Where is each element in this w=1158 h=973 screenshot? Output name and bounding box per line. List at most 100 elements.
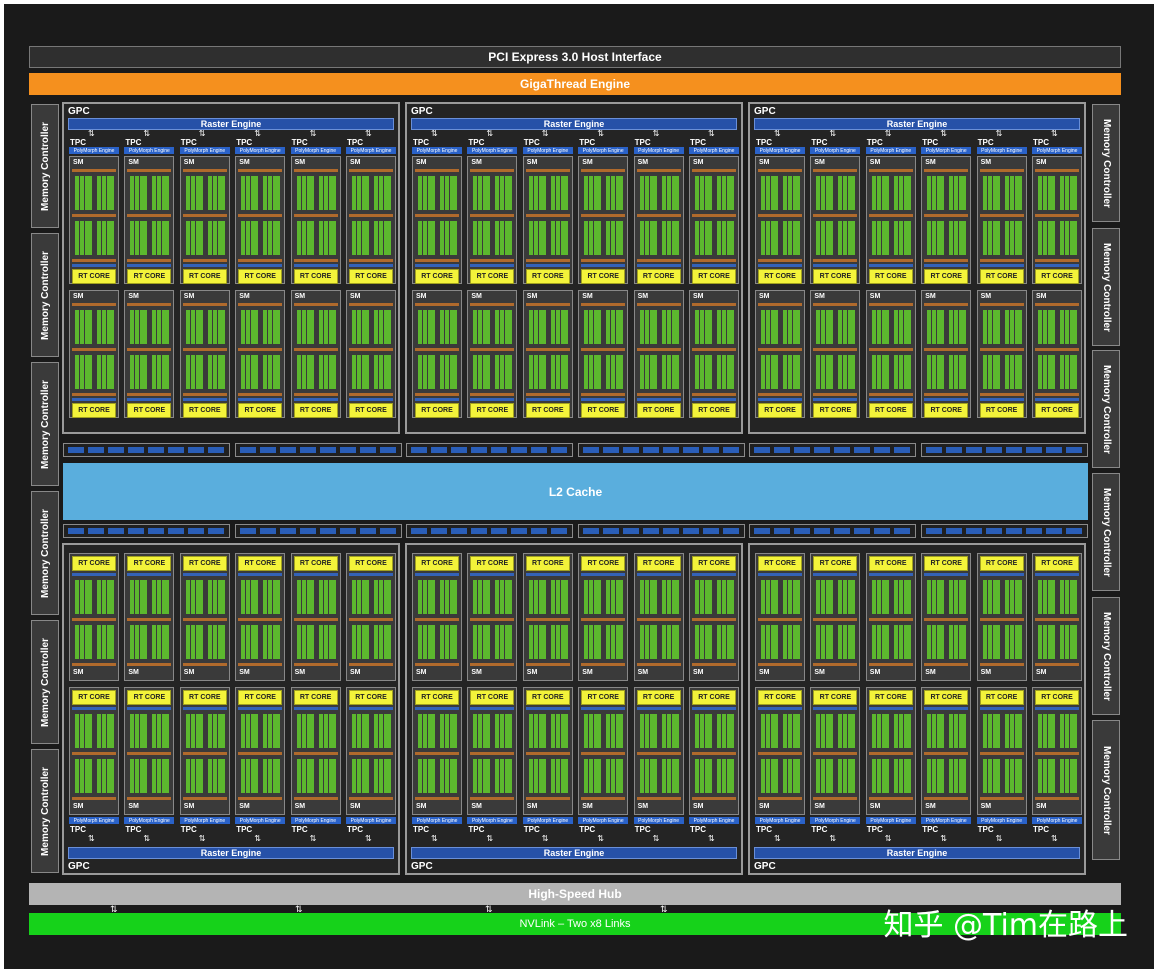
cuda-core-lane — [871, 176, 876, 210]
l2-slice — [511, 528, 527, 534]
tpc: ⇅ TPC PolyMorph Engine SM RT CORE SM RT CORE — [179, 129, 231, 418]
arrow-icon: ⇅ — [198, 129, 206, 138]
cuda-core-lane — [301, 759, 306, 793]
cuda-core-block — [637, 578, 658, 616]
cuda-core-lane — [555, 580, 560, 614]
cuda-core-lane — [695, 310, 699, 344]
cuda-core-lane — [898, 625, 903, 659]
cuda-core-lane — [851, 221, 856, 255]
cuda-core-lane — [254, 221, 259, 255]
cuda-core-lane — [431, 625, 435, 659]
rt-core: RT CORE — [72, 269, 116, 284]
cuda-core-lane — [1060, 310, 1064, 344]
l2-slice — [411, 528, 427, 534]
cuda-core-lane — [722, 625, 726, 659]
cuda-core-lane — [374, 221, 378, 255]
cuda-core-lane — [453, 625, 457, 659]
cuda-core-lane — [331, 759, 336, 793]
cuda-core-block — [925, 308, 946, 346]
cuda-core-lane — [241, 355, 246, 389]
sm-register-strip — [581, 752, 626, 755]
l2-slice — [1045, 447, 1062, 453]
cuda-core-lane — [1004, 310, 1009, 344]
cuda-core-lane — [717, 759, 721, 793]
rt-core: RT CORE — [1035, 690, 1079, 705]
arrow-icon: ⇅ — [198, 834, 206, 843]
sm-l1-strip — [349, 398, 393, 401]
sm-l1-strip — [293, 398, 338, 401]
sm-block: SM RT CORE — [346, 156, 396, 284]
cuda-core-lane — [940, 176, 945, 210]
tpc: ⇅ TPC PolyMorph Engine SM RT CORE SM RT CORE — [976, 130, 1028, 418]
arrow-icon: ⇅ — [884, 834, 892, 843]
cuda-core-lane — [1051, 759, 1055, 793]
cuda-core-block — [73, 712, 93, 750]
cuda-core-lane — [296, 759, 301, 793]
cuda-core-block — [980, 353, 1001, 391]
sm-register-strip — [349, 259, 393, 262]
rt-core: RT CORE — [470, 556, 515, 571]
cuda-core-lane — [927, 625, 932, 659]
sm-block: RT CORE SM — [865, 687, 916, 815]
cuda-core-block — [128, 308, 149, 346]
polymorph-engine: PolyMorph Engine — [976, 817, 1027, 824]
cuda-core-lane — [1043, 310, 1047, 344]
sm-l1-strip — [72, 573, 116, 576]
cuda-core-block — [548, 757, 569, 795]
cuda-core-lane — [207, 310, 212, 344]
cuda-core-lane — [796, 625, 800, 659]
cuda-core-lane — [185, 310, 190, 344]
sm-scheduler-strip — [581, 303, 626, 306]
sm-l1-strip — [72, 398, 116, 401]
sm-label: SM — [980, 159, 992, 166]
sm-label: SM — [73, 159, 84, 166]
cuda-core-block — [715, 174, 735, 212]
tpc: ⇅ TPC PolyMorph Engine SM RT CORE SM RT CORE — [411, 130, 463, 418]
rt-core: RT CORE — [415, 690, 459, 705]
sm-register-strip — [692, 214, 736, 217]
cuda-core-lane — [661, 714, 666, 748]
sm-block: RT CORE SM — [412, 687, 462, 815]
memory-controller-label: Memory Controller — [1100, 487, 1112, 577]
sm-block: SM RT CORE — [522, 156, 573, 284]
tpc-label: TPC — [579, 825, 596, 834]
cuda-core-lane — [717, 221, 721, 255]
cuda-core-block — [471, 757, 492, 795]
cuda-core-lane — [478, 221, 483, 255]
sm-register-strip — [758, 348, 802, 351]
rt-core: RT CORE — [758, 269, 802, 284]
l2-slice-row — [406, 443, 573, 457]
cuda-core-lane — [821, 221, 826, 255]
cuda-core-lane — [766, 355, 770, 389]
cuda-core-block — [925, 757, 946, 795]
cuda-core-lane — [268, 221, 273, 255]
polymorph-engine: PolyMorph Engine — [235, 147, 286, 154]
cuda-core-lane — [143, 580, 148, 614]
sm-block: RT CORE SM — [810, 553, 861, 681]
cuda-core-block — [781, 174, 801, 212]
sm-register-strip — [581, 214, 626, 217]
l2-slice — [188, 447, 204, 453]
l2-slice — [682, 528, 699, 534]
cuda-core-block — [128, 757, 149, 795]
arrow-icon: ⇅ — [309, 834, 317, 843]
cuda-core-lane — [135, 759, 140, 793]
rt-core: RT CORE — [293, 690, 338, 705]
tpc: ⇅ TPC PolyMorph Engine SM RT CORE SM RT CORE — [290, 130, 342, 418]
sm-l1-strip — [349, 573, 393, 576]
cuda-core-lane — [80, 310, 84, 344]
cuda-core-lane — [829, 580, 834, 614]
cuda-core-lane — [1073, 310, 1077, 344]
sm-scheduler-strip — [72, 303, 116, 306]
rt-core: RT CORE — [525, 690, 570, 705]
tpc-label: TPC — [634, 138, 651, 147]
sm-label: SM — [637, 293, 649, 300]
cuda-core-block — [693, 353, 713, 391]
memory-controller-label: Memory Controller — [1100, 745, 1112, 835]
cuda-core-lane — [619, 580, 624, 614]
rt-core: RT CORE — [525, 556, 570, 571]
cuda-core-lane — [932, 176, 937, 210]
cuda-core-lane — [884, 310, 889, 344]
l2-slice-row — [63, 524, 230, 538]
cuda-core-lane — [962, 580, 967, 614]
